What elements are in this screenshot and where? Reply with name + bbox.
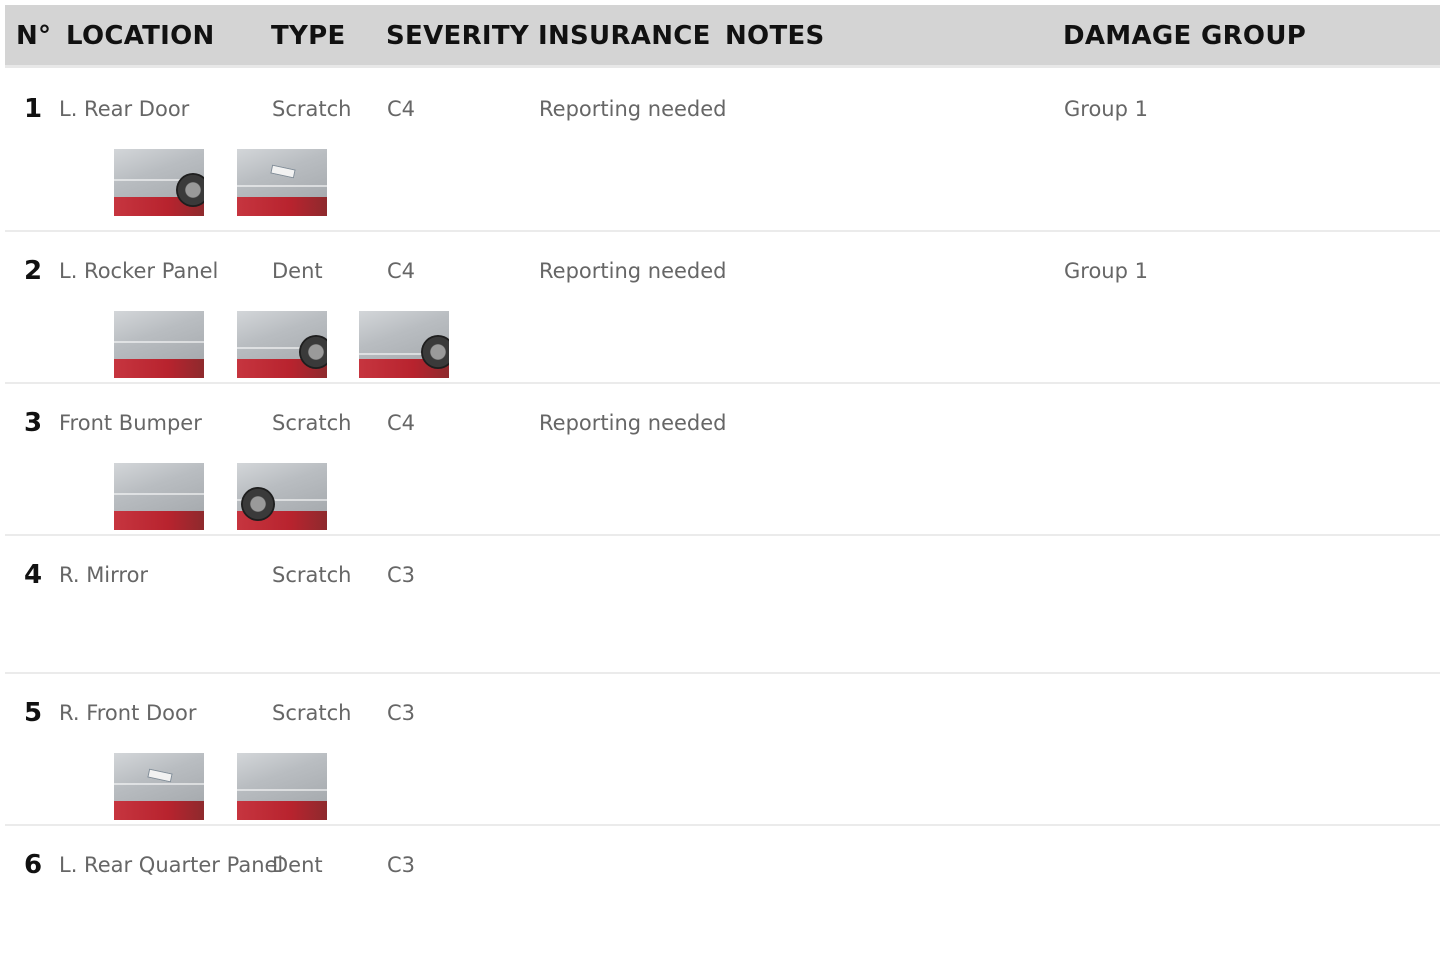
header-location: LOCATION: [66, 21, 215, 51]
damage-report: N° LOCATION TYPE SEVERITY INSURANCE NOTE…: [0, 0, 1447, 962]
rocker-photo[interactable]: [114, 311, 204, 378]
table-row[interactable]: 3 Front Bumper Scratch C4 Reporting needed: [5, 384, 1440, 536]
row-location: L. Rear Quarter Panel: [59, 853, 284, 877]
row-damage-group: Group 1: [1064, 97, 1148, 121]
rocker-wheel-photo[interactable]: [237, 311, 327, 378]
header-damage-group: DAMAGE GROUP: [1063, 21, 1307, 51]
row-location: R. Mirror: [59, 563, 149, 587]
door-sill-photo[interactable]: [237, 753, 327, 820]
row-severity: C4: [387, 97, 416, 121]
table-row[interactable]: 5 R. Front Door Scratch C3: [5, 674, 1440, 826]
photo-car-body: [237, 753, 327, 802]
photo-body-line: [114, 783, 204, 785]
table-row[interactable]: 6 L. Rear Quarter Panel Dent C3: [5, 826, 1440, 962]
bumper-photo[interactable]: [114, 463, 204, 530]
header-notes: NOTES: [725, 21, 825, 51]
photo-body-line: [237, 789, 327, 791]
row-number: 5: [24, 698, 43, 728]
row-insurance: Reporting needed: [539, 259, 727, 283]
table-row[interactable]: 2 L. Rocker Panel Dent C4 Reporting needed Gr…: [5, 232, 1440, 384]
photo-body-line: [114, 493, 204, 495]
row-type: Dent: [272, 259, 323, 283]
photo-car-body: [114, 463, 204, 512]
photo-floor: [237, 197, 327, 216]
door-tag-photo[interactable]: [237, 149, 327, 216]
photo-wheel: [176, 173, 204, 207]
row-location: R. Front Door: [59, 701, 197, 725]
photo-car-body: [114, 311, 204, 360]
row-type: Scratch: [272, 411, 352, 435]
row-damage-group: Group 1: [1064, 259, 1148, 283]
row-severity: C3: [387, 563, 416, 587]
photo-floor: [237, 801, 327, 820]
row-severity: C4: [387, 259, 416, 283]
header-severity: SEVERITY: [386, 21, 530, 51]
header-num: N°: [16, 21, 52, 51]
photo-wheel: [299, 335, 327, 369]
table-header: N° LOCATION TYPE SEVERITY INSURANCE NOTE…: [5, 5, 1440, 68]
front-grille-photo[interactable]: [237, 463, 327, 530]
photo-floor: [114, 801, 204, 820]
row-number: 2: [24, 256, 43, 286]
table-row[interactable]: 1 L. Rear Door Scratch C4 Reporting needed Gr…: [5, 70, 1440, 232]
header-insurance: INSURANCE: [538, 21, 711, 51]
door-tag-photo[interactable]: [114, 753, 204, 820]
row-location: L. Rocker Panel: [59, 259, 219, 283]
photo-wheel: [421, 335, 449, 369]
table-row[interactable]: 4 R. Mirror Scratch C3: [5, 536, 1440, 674]
row-type: Dent: [272, 853, 323, 877]
row-number: 3: [24, 408, 43, 438]
row-location: Front Bumper: [59, 411, 202, 435]
row-severity: C3: [387, 701, 416, 725]
row-type: Scratch: [272, 563, 352, 587]
rocker-side-photo[interactable]: [359, 311, 449, 378]
row-location: L. Rear Door: [59, 97, 190, 121]
row-severity: C4: [387, 411, 416, 435]
photo-body-line: [237, 185, 327, 187]
row-type: Scratch: [272, 701, 352, 725]
door-photo[interactable]: [114, 149, 204, 216]
photo-body-line: [114, 341, 204, 343]
photo-floor: [114, 359, 204, 378]
row-type: Scratch: [272, 97, 352, 121]
header-type: TYPE: [271, 21, 346, 51]
row-number: 4: [24, 560, 43, 590]
photo-wheel: [241, 487, 275, 521]
photo-floor: [114, 511, 204, 530]
row-number: 6: [24, 850, 43, 880]
row-severity: C3: [387, 853, 416, 877]
row-insurance: Reporting needed: [539, 97, 727, 121]
row-number: 1: [24, 94, 43, 124]
row-insurance: Reporting needed: [539, 411, 727, 435]
